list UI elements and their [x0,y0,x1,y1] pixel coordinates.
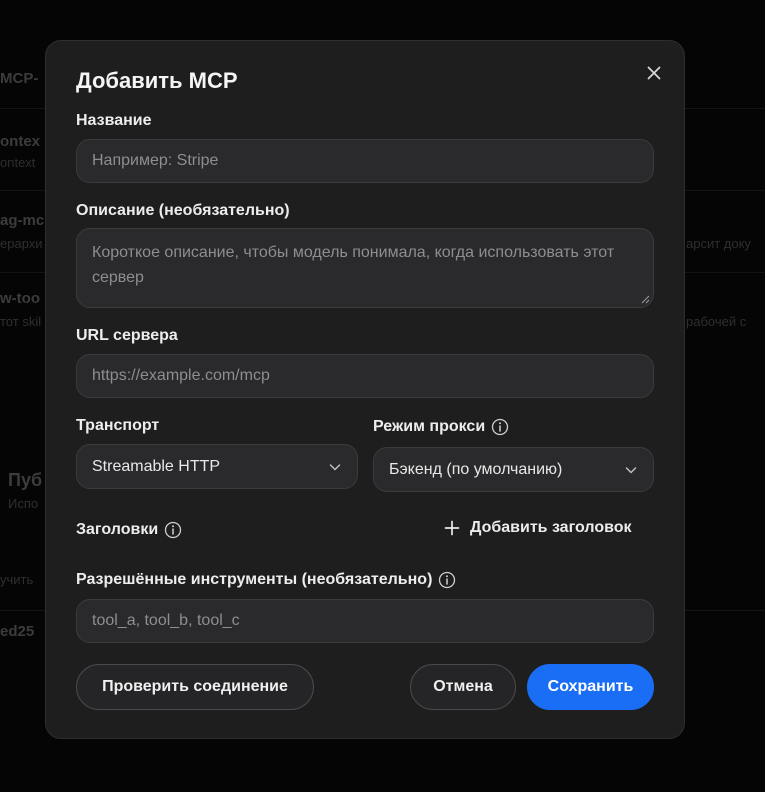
resize-handle-icon[interactable] [641,295,650,304]
add-header-label: Добавить заголовок [470,519,632,536]
add-mcp-dialog: Добавить MCP Название Описание (необязат… [45,40,685,739]
bg-section-title: Пуб [8,470,43,490]
bg-item-title: ed25 [0,623,35,640]
proxy-mode-selected-value: Бэкенд (по умолчанию) [389,460,563,478]
description-input[interactable] [92,229,638,307]
name-label: Название [76,112,152,130]
description-label: Описание (необязательно) [76,202,290,220]
bg-item-title: MCP- [0,70,39,87]
headers-label: Заголовки [76,521,182,539]
bg-item-subtitle: ерархи [0,236,43,251]
transport-label: Транспорт [76,417,159,435]
url-input[interactable] [92,367,638,385]
chevron-down-icon [329,463,341,470]
info-icon[interactable] [438,571,456,589]
proxy-mode-label-text: Режим прокси [373,418,486,435]
bg-item-title: ag-mc [0,212,45,229]
close-icon [647,66,661,80]
bg-section-subtitle: Испо [8,496,39,511]
bg-item-title: ontex [0,133,41,150]
bg-item-title: w-too [0,290,40,307]
bg-item-subtitle: ontext [0,155,36,170]
transport-label-text: Транспорт [76,417,160,434]
description-field[interactable] [76,228,654,308]
dialog-title: Добавить MCP [76,68,238,93]
name-label-text: Название [76,112,152,129]
info-icon[interactable] [491,418,509,436]
bg-item-right: арсит доку [686,236,751,251]
proxy-mode-select[interactable]: Бэкенд (по умолчанию) [373,447,654,492]
name-field[interactable] [76,139,654,183]
close-button[interactable] [642,61,666,85]
plus-icon [444,520,460,536]
allowed-tools-input[interactable] [92,612,638,630]
chevron-down-icon [625,466,637,473]
transport-selected-value: Streamable HTTP [92,457,221,475]
save-button[interactable]: Сохранить [527,664,654,710]
url-label-text: URL сервера [76,327,178,344]
name-input[interactable] [92,152,638,170]
headers-label-text: Заголовки [76,521,159,538]
transport-select[interactable]: Streamable HTTP [76,444,358,489]
add-header-button[interactable]: Добавить заголовок [444,519,632,537]
url-field[interactable] [76,354,654,398]
test-connection-button[interactable]: Проверить соединение [76,664,314,710]
cancel-button[interactable]: Отмена [410,664,516,710]
description-label-text: Описание (необязательно) [76,202,290,219]
bg-item-right: рабочей с [686,314,747,329]
bg-item-subtitle: тот skil [0,314,42,329]
proxy-mode-label: Режим прокси [373,418,509,436]
allowed-tools-label: Разрешённые инструменты (необязательно) [76,571,456,589]
info-icon[interactable] [164,521,182,539]
allowed-tools-label-text: Разрешённые инструменты (необязательно) [76,571,433,588]
bg-item-subtitle: учить [0,572,34,587]
url-label: URL сервера [76,327,178,345]
allowed-tools-field[interactable] [76,599,654,643]
